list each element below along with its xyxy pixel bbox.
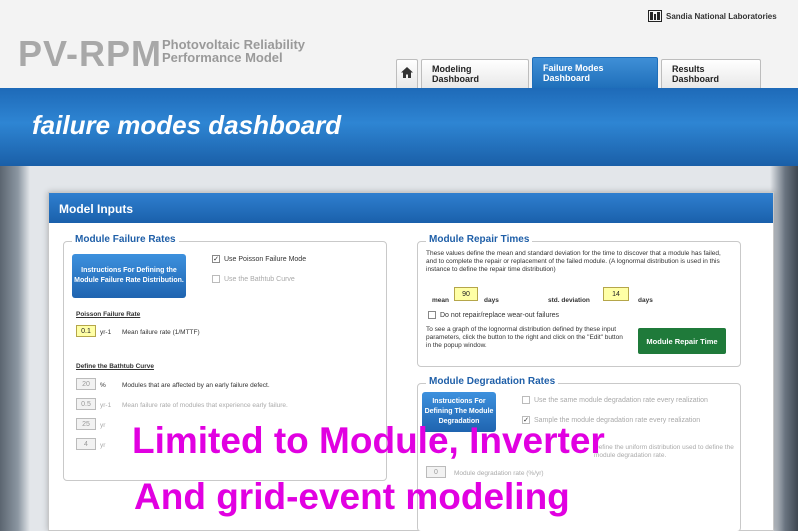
bathtub-description: Modules that are affected by an early fa… — [122, 382, 270, 389]
use-bathtub-checkbox[interactable]: Use the Bathtub Curve — [212, 275, 295, 283]
same-degradation-checkbox[interactable]: Use the same module degradation rate eve… — [522, 396, 708, 404]
tab-results-dashboard[interactable]: Results Dashboard — [661, 59, 761, 88]
tab-failure-modes-dashboard[interactable]: Failure Modes Dashboard — [532, 57, 658, 88]
logo-subtitle-line2: Performance Model — [162, 50, 283, 65]
module-repair-time-button[interactable]: Module Repair Time — [638, 328, 726, 354]
poisson-rate-input[interactable]: 0.1 — [76, 325, 96, 337]
org-name: Sandia National Laboratories — [666, 11, 777, 21]
repair-times-description: These values define the mean and standar… — [426, 250, 721, 273]
mean-unit: days — [484, 297, 499, 304]
sandia-logo-icon — [648, 10, 662, 22]
checkbox-label: Use the Bathtub Curve — [224, 275, 295, 283]
no-repair-checkbox[interactable]: Do not repair/replace wear-out failures — [428, 311, 559, 319]
checkbox-unchecked-icon — [212, 275, 220, 283]
module-repair-times-section: Module Repair Times These values define … — [417, 234, 741, 367]
tab-home[interactable] — [396, 59, 418, 88]
use-poisson-checkbox[interactable]: ✓ Use Poisson Failure Mode — [212, 255, 306, 263]
mean-label: mean — [432, 297, 449, 304]
checkbox-label: Use Poisson Failure Mode — [224, 255, 307, 263]
home-icon — [401, 67, 413, 81]
bathtub-description: Mean failure rate of modules that experi… — [122, 402, 288, 409]
std-unit: days — [638, 297, 653, 304]
checkbox-label: Do not repair/replace wear-out failures — [440, 311, 560, 319]
app-logo-subtitle: Photovoltaic Reliability Performance Mod… — [162, 38, 305, 64]
checkbox-unchecked-icon — [522, 396, 530, 404]
failure-rate-instructions-button[interactable]: Instructions For Defining the Module Fai… — [72, 254, 186, 298]
page-banner: failure modes dashboard — [0, 88, 798, 166]
app-header: PV-RPM Photovoltaic Reliability Performa… — [0, 0, 798, 88]
checkbox-checked-icon: ✓ — [212, 255, 220, 263]
bathtub-unit: yr-1 — [100, 402, 112, 409]
org-branding: Sandia National Laboratories — [648, 10, 777, 22]
section-legend: Module Failure Rates — [72, 234, 179, 245]
overlay-caption-line2: And grid-event modeling — [134, 476, 570, 517]
section-legend: Module Degradation Rates — [426, 376, 559, 387]
repair-std-input[interactable]: 14 — [603, 287, 629, 301]
poisson-unit: yr-1 — [100, 329, 112, 336]
bathtub-early-rate-input[interactable]: 0.5 — [76, 398, 96, 410]
app-logo: PV-RPM — [18, 33, 163, 74]
main-tabs: Modeling Dashboard Failure Modes Dashboa… — [396, 57, 761, 88]
poisson-heading: Poisson Failure Rate — [76, 311, 141, 318]
checkbox-label: Use the same module degradation rate eve… — [534, 396, 708, 404]
overlay-caption-line1: Limited to Module, Inverter — [132, 420, 605, 461]
std-label: std. deviation — [548, 297, 590, 304]
page-title: failure modes dashboard — [32, 110, 342, 140]
section-legend: Module Repair Times — [426, 234, 533, 245]
panel-header: Model Inputs — [49, 193, 773, 223]
bathtub-early-percent-input[interactable]: 20 — [76, 378, 96, 390]
repair-graph-help: To see a graph of the lognormal distribu… — [426, 326, 623, 349]
panel-title: Model Inputs — [59, 202, 133, 216]
bathtub-heading: Define the Bathtub Curve — [76, 363, 155, 370]
repair-mean-input[interactable]: 90 — [454, 287, 478, 301]
tab-modeling-dashboard[interactable]: Modeling Dashboard — [421, 59, 529, 88]
checkbox-unchecked-icon — [428, 311, 436, 319]
poisson-description: Mean failure rate (1/MTTF) — [122, 329, 200, 336]
bathtub-unit: % — [100, 382, 106, 389]
